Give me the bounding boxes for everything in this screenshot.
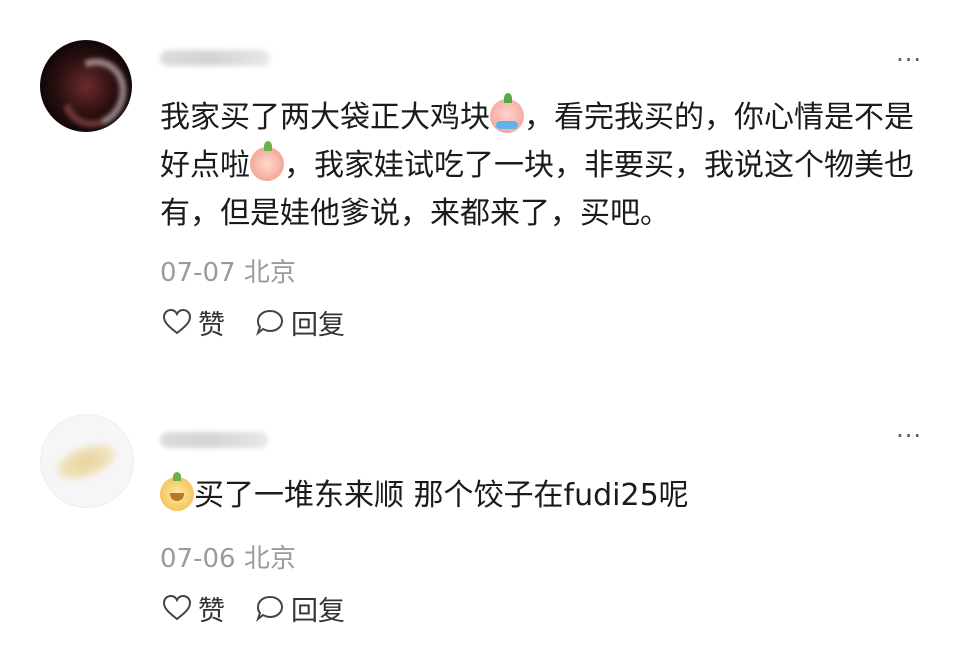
username-blurred[interactable] [160, 432, 268, 448]
comment-text: 我家买了两大袋正大鸡块 ，看完我买的，你心情是不是好点啦 ，我家娃试吃了一块，非要买… [160, 93, 920, 238]
like-label: 赞 [198, 595, 225, 627]
avatar[interactable] [40, 414, 134, 508]
comment-text: 买了一堆东来顺 那个饺子在fudi25呢 [160, 472, 920, 520]
more-options-icon[interactable]: ··· [896, 424, 922, 448]
comment-meta: 07-06 北京 [160, 538, 296, 575]
shy-peach-emoji-icon [250, 141, 284, 181]
reply-button[interactable]: 回复 [255, 589, 345, 628]
like-button[interactable]: 赞 [162, 589, 225, 628]
heart-icon [162, 308, 192, 335]
avatar[interactable] [40, 40, 132, 132]
comment-item: ··· 买了一堆东来顺 那个饺子在fudi25呢 [0, 380, 960, 652]
like-label: 赞 [198, 309, 225, 341]
speech-bubble-icon [255, 595, 284, 622]
dog-face-emoji-icon [160, 472, 194, 511]
comment-actions: 赞 回复 [162, 303, 345, 342]
comment-text-part: 我家买了两大袋正大鸡块 [160, 100, 490, 135]
comment-date: 07-06 [160, 544, 236, 574]
more-options-icon[interactable]: ··· [896, 48, 922, 72]
comment-item: ··· 我家买了两大袋正大鸡块 ，看完我买的，你心情是不是好点啦 ，我家娃试吃了一块… [0, 0, 960, 380]
crying-peach-emoji-icon [490, 93, 524, 133]
heart-icon [162, 594, 192, 621]
comment-date: 07-07 [160, 258, 236, 288]
comment-text-part: 买了一堆东来顺 那个饺子在fudi25呢 [194, 478, 689, 513]
username-blurred[interactable] [160, 50, 270, 66]
reply-label: 回复 [291, 309, 345, 341]
comment-meta: 07-07 北京 [160, 252, 296, 289]
reply-button[interactable]: 回复 [255, 303, 345, 342]
reply-label: 回复 [291, 595, 345, 627]
comment-location: 北京 [243, 258, 296, 288]
comment-location: 北京 [243, 544, 296, 574]
speech-bubble-icon [255, 309, 284, 336]
comment-actions: 赞 回复 [162, 589, 345, 628]
like-button[interactable]: 赞 [162, 303, 225, 342]
